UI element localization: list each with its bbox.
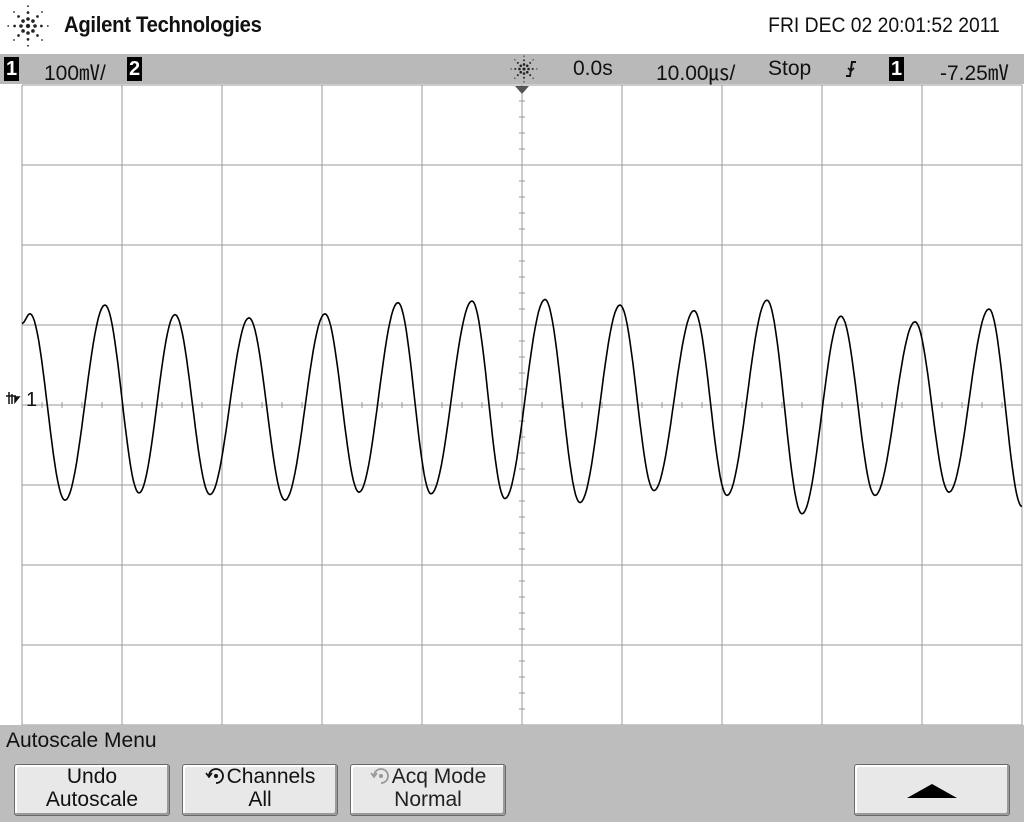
channels-button[interactable]: Channels All	[182, 764, 338, 816]
trigger-level: -7.25㎷	[940, 62, 1009, 85]
trigger-spark-icon	[510, 55, 538, 83]
trigger-position-marker	[515, 86, 529, 94]
run-state: Stop	[768, 57, 812, 80]
acq-mode-label-1: Acq Mode	[391, 765, 487, 788]
rotate-knob-icon	[204, 768, 224, 784]
softkey-menu: Autoscale Menu Undo Autoscale Channels A…	[0, 725, 1024, 822]
channels-label-2: All	[248, 788, 272, 811]
date-time: FRI DEC 02 20:01:52 2011	[768, 14, 1000, 37]
channel-2-badge[interactable]: 2	[127, 57, 142, 81]
trigger-source-badge[interactable]: 1	[889, 57, 904, 81]
acq-mode-button[interactable]: Acq Mode Normal	[350, 764, 506, 816]
timebase: 10.00㎲/	[656, 62, 736, 85]
scope-display: 1	[6, 84, 1023, 725]
graticule	[21, 84, 1023, 725]
channel-1-badge[interactable]: 1	[4, 57, 19, 81]
agilent-spark-logo	[7, 5, 49, 47]
header: Agilent Technologies FRI DEC 02 20:01:52…	[0, 0, 1024, 54]
rotate-knob-icon	[370, 768, 389, 784]
menu-title: Autoscale Menu	[6, 729, 157, 752]
channels-label-1: Channels	[226, 765, 316, 788]
undo-autoscale-button[interactable]: Undo Autoscale	[14, 764, 170, 816]
undo-label-2: Autoscale	[45, 788, 139, 811]
acq-mode-label-2: Normal	[394, 788, 462, 811]
horizontal-delay: 0.0s	[573, 57, 613, 80]
undo-label-1: Undo	[66, 765, 118, 788]
up-arrow-icon	[907, 784, 957, 798]
menu-up-button[interactable]	[854, 764, 1010, 816]
brand-name: Agilent Technologies	[64, 12, 262, 37]
channel-1-scale: 100㎷/	[44, 62, 106, 85]
status-bar: 1 100㎷/ 2 0.0s 10.00㎲/ Stop 1 -7.25㎷	[0, 54, 1024, 85]
ground-label: 1	[26, 389, 37, 411]
falling-edge-icon	[846, 61, 856, 77]
